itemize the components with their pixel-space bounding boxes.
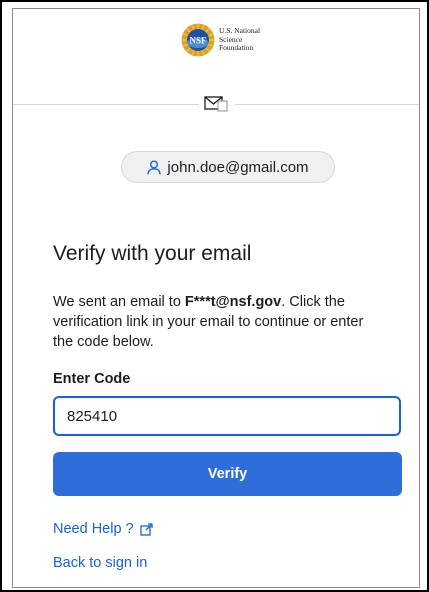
- description-prefix: We sent an email to: [53, 294, 185, 310]
- window-frame: NSF U.S. National Science Foundation joh…: [0, 0, 429, 592]
- mail-icon: [204, 96, 228, 112]
- verification-description: We sent an email to F***t@nsf.gov. Click…: [53, 292, 383, 352]
- logo-wordmark: U.S. National Science Foundation: [219, 27, 260, 53]
- back-to-sign-in-link[interactable]: Back to sign in: [53, 555, 147, 571]
- code-label: Enter Code: [53, 371, 131, 387]
- external-link-icon: [139, 522, 153, 536]
- mail-icon-wrap: [199, 93, 235, 115]
- need-help-link[interactable]: Need Help ?: [53, 521, 153, 537]
- identifier-pill: john.doe@gmail.com: [121, 151, 335, 183]
- page-title: Verify with your email: [53, 242, 252, 265]
- user-icon: [147, 160, 162, 174]
- logo-line-3: Foundation: [219, 43, 254, 53]
- masked-email: F***t@nsf.gov: [184, 294, 282, 310]
- nsf-logo: NSF U.S. National Science Foundation: [181, 23, 260, 57]
- code-input[interactable]: [53, 396, 401, 436]
- nsf-seal-icon: NSF: [181, 23, 215, 57]
- verify-button[interactable]: Verify: [53, 452, 402, 496]
- seal-text: NSF: [189, 36, 207, 46]
- identifier-email: john.doe@gmail.com: [167, 158, 309, 176]
- verification-card: NSF U.S. National Science Foundation joh…: [12, 8, 420, 588]
- need-help-label: Need Help ?: [53, 521, 134, 537]
